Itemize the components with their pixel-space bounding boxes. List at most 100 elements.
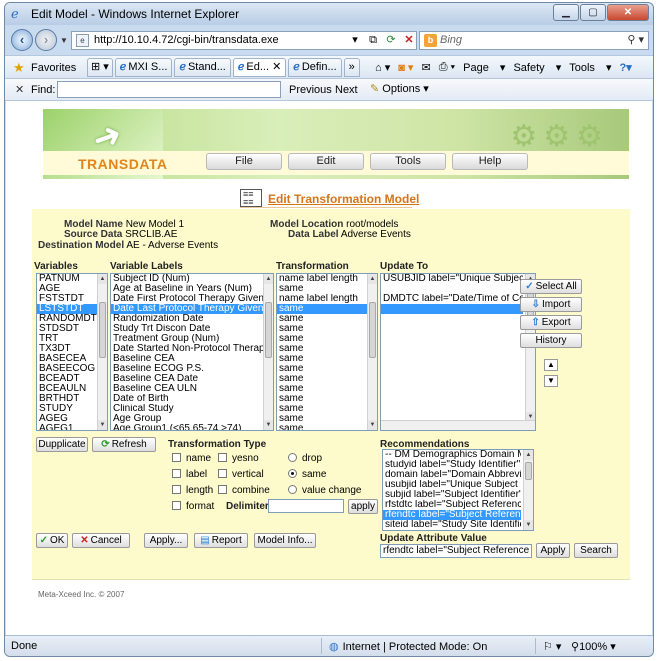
security-zone[interactable]: ◍ Internet | Protected Mode: On: [329, 640, 487, 653]
select-all-button[interactable]: ✓ Select All: [520, 279, 582, 294]
recommendation-item[interactable]: rfendtc label="Subject Reference End": [383, 510, 521, 520]
search-input[interactable]: b Bing ⚲ ▾: [419, 31, 649, 50]
transformation-item[interactable]: same: [277, 354, 377, 364]
transformation-item[interactable]: same: [277, 284, 377, 294]
variable-label-item[interactable]: Treatment Group (Num): [111, 334, 273, 344]
import-button[interactable]: ⇩ Import: [520, 297, 582, 312]
recommendation-item[interactable]: siteid label="Study Site Identifier": [383, 520, 521, 530]
help-icon[interactable]: ?▾: [619, 61, 631, 74]
variable-label-item[interactable]: Randomization Date: [111, 314, 273, 324]
quick-tabs-button[interactable]: ⊞ ▾: [87, 58, 113, 77]
compat-view-icon[interactable]: ⧉: [365, 32, 381, 48]
model-info-button[interactable]: Model Info...: [254, 533, 316, 548]
minimize-button[interactable]: ▁: [553, 4, 579, 21]
close-button[interactable]: ✕: [607, 4, 649, 21]
transformation-item[interactable]: same: [277, 394, 377, 404]
update-search-button[interactable]: Search: [574, 543, 618, 558]
variable-label-item[interactable]: Date Last Protocol Therapy Given: [111, 304, 273, 314]
tab-standards[interactable]: ℯ Stand...: [174, 58, 231, 77]
tools-menu[interactable]: Tools ▾: [569, 61, 611, 74]
recommendation-item[interactable]: studyid label="Study Identifier": [383, 460, 521, 470]
search-icon[interactable]: ⚲ ▾: [627, 32, 644, 49]
maximize-button[interactable]: ▢: [580, 4, 606, 21]
transformation-item[interactable]: name label length: [277, 274, 377, 284]
variable-labels-list[interactable]: Subject ID (Num) Age at Baseline in Years…: [110, 273, 274, 431]
transformation-scrollbar[interactable]: ▲ ▼: [367, 274, 377, 430]
variable-label-item[interactable]: Date First Protocol Therapy Given: [111, 294, 273, 304]
history-button[interactable]: History: [520, 333, 582, 348]
tab-edit-model[interactable]: ℯ Ed... ✕: [232, 58, 287, 77]
url-dropdown-icon[interactable]: ▾: [347, 32, 363, 48]
update-to-item[interactable]: DMDTC label="Date/Time of Collection": [381, 294, 523, 304]
variable-label-item[interactable]: Age Group: [111, 414, 273, 424]
recommendations-list[interactable]: -- DM Demographics Domain Modelstudyid l…: [382, 449, 534, 531]
recommendation-item[interactable]: subjid label="Subject Identifier": [383, 490, 521, 500]
forward-button[interactable]: ›: [35, 29, 57, 51]
transformation-item[interactable]: same: [277, 374, 377, 384]
yesno-checkbox[interactable]: [218, 453, 227, 462]
variable-label-item[interactable]: Baseline CEA ULN: [111, 384, 273, 394]
transformation-item[interactable]: same: [277, 384, 377, 394]
protected-mode-icon[interactable]: ⚐ ▾: [543, 640, 561, 653]
same-radio[interactable]: [288, 469, 297, 478]
recommendation-item[interactable]: usubjid label="Unique Subject Identifier…: [383, 480, 521, 490]
history-dropdown-icon[interactable]: ▼: [60, 36, 68, 45]
page-menu[interactable]: Page ▾: [463, 61, 505, 74]
transformation-item[interactable]: same: [277, 404, 377, 414]
favorites-star-icon[interactable]: ★: [13, 60, 25, 76]
delimiter-apply-button[interactable]: apply: [348, 499, 378, 514]
mail-icon[interactable]: ✉: [421, 61, 430, 74]
ok-button[interactable]: ✓ OK: [36, 533, 68, 548]
combine-checkbox[interactable]: [218, 485, 227, 494]
vertical-checkbox[interactable]: [218, 469, 227, 478]
variables-list[interactable]: PATNUM AGE FSTSTDT LSTSTDT RANDOMDT STDSDT TRT…: [36, 273, 108, 431]
variable-label-item[interactable]: Clinical Study: [111, 404, 273, 414]
variable-label-item[interactable]: Date of Birth: [111, 394, 273, 404]
length-checkbox[interactable]: [172, 485, 181, 494]
variable-label-item[interactable]: Baseline CEA: [111, 354, 273, 364]
find-options-button[interactable]: ✎ Options ▾: [365, 81, 434, 98]
tabs-overflow-button[interactable]: »: [343, 58, 360, 77]
move-down-icon[interactable]: ▼: [544, 375, 558, 387]
favorites-button[interactable]: Favorites: [31, 62, 76, 74]
recommendations-scrollbar[interactable]: ▲ ▼: [523, 450, 533, 530]
zoom-level[interactable]: ⚲100% ▾: [571, 640, 616, 653]
transformation-item[interactable]: name label length: [277, 294, 377, 304]
variable-label-item[interactable]: Age Group1 (<65,65-74,>74): [111, 424, 273, 430]
variable-label-item[interactable]: Baseline CEA Date: [111, 374, 273, 384]
home-icon[interactable]: ⌂ ▾: [375, 61, 390, 74]
duplicate-button[interactable]: Dupplicate: [36, 437, 88, 452]
transformation-item[interactable]: same: [277, 324, 377, 334]
transformation-item[interactable]: same: [277, 344, 377, 354]
refresh-button[interactable]: ⟳ Refresh: [92, 437, 156, 452]
menu-file[interactable]: File: [206, 153, 282, 170]
transformation-item[interactable]: same: [277, 364, 377, 374]
variable-label-item[interactable]: Baseline ECOG P.S.: [111, 364, 273, 374]
update-attribute-input[interactable]: rfendtc label="Subject Reference End": [380, 544, 532, 558]
stop-icon[interactable]: ✕: [401, 32, 417, 48]
menu-tools[interactable]: Tools: [370, 153, 446, 170]
update-to-item[interactable]: [381, 304, 523, 314]
menu-edit[interactable]: Edit: [288, 153, 364, 170]
feeds-icon[interactable]: ◙ ▾: [398, 61, 413, 74]
find-input[interactable]: [57, 81, 281, 98]
delimiter-input[interactable]: [268, 499, 344, 513]
variable-label-item[interactable]: Subject ID (Num): [111, 274, 273, 284]
recommendation-item[interactable]: domain label="Domain Abbreviation": [383, 470, 521, 480]
find-previous-button[interactable]: Previous: [289, 84, 332, 96]
variable-label-item[interactable]: Age at Baseline in Years (Num): [111, 284, 273, 294]
transformation-item[interactable]: same: [277, 334, 377, 344]
find-close-icon[interactable]: ✕: [15, 83, 24, 96]
refresh-icon[interactable]: ⟳: [383, 32, 399, 48]
name-checkbox[interactable]: [172, 453, 181, 462]
value-change-radio[interactable]: [288, 485, 297, 494]
menu-help[interactable]: Help: [452, 153, 528, 170]
variable-label-item[interactable]: Study Trt Discon Date: [111, 324, 273, 334]
find-next-button[interactable]: Next: [335, 84, 358, 96]
transformation-list[interactable]: name label length same name label length sa…: [276, 273, 378, 431]
update-to-list[interactable]: USUBJID label="Unique Subject Identifier…: [380, 273, 536, 431]
transformation-item[interactable]: same: [277, 424, 377, 430]
safety-menu[interactable]: Safety ▾: [513, 61, 561, 74]
transformation-item[interactable]: same: [277, 304, 377, 314]
apply-button[interactable]: Apply...: [144, 533, 188, 548]
